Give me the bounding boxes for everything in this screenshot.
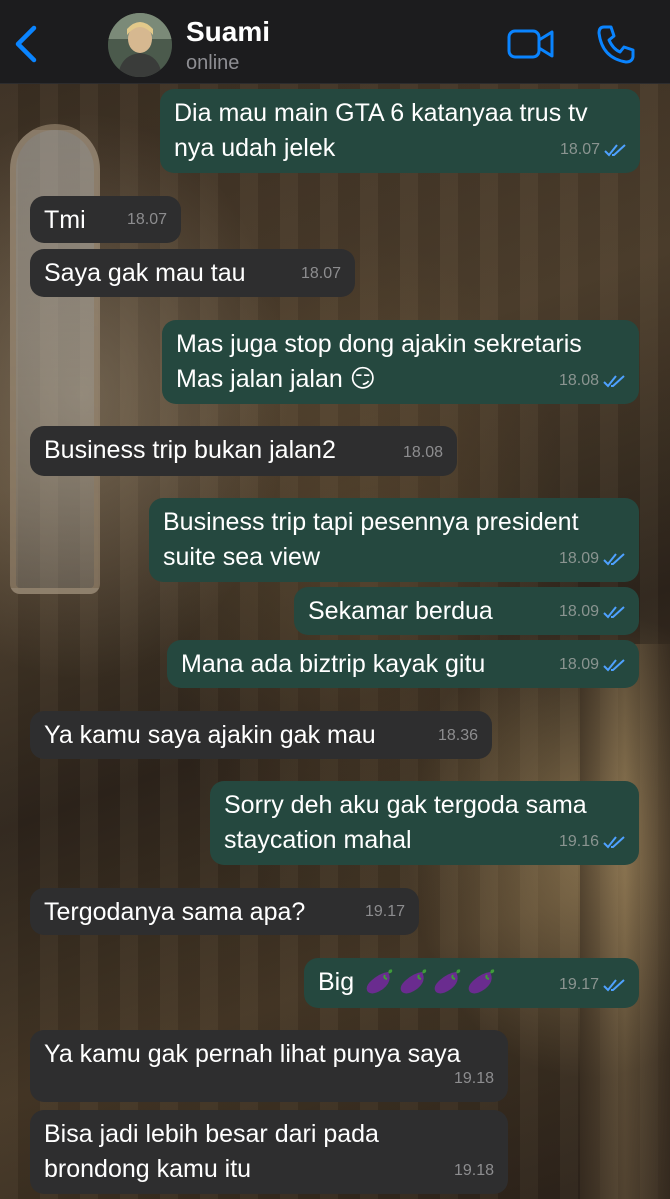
message-text-word: Big xyxy=(318,968,355,996)
eggplant-icon xyxy=(434,969,461,994)
message-meta: 18.09 xyxy=(559,647,625,682)
message-meta: 18.08 xyxy=(403,435,443,470)
message-bubble-outgoing[interactable]: Dia mau main GTA 6 katanyaa trus tv nya … xyxy=(160,89,640,173)
message-time: 19.17 xyxy=(558,976,599,993)
message-text: Dia mau main GTA 6 katanyaa trus tv xyxy=(174,99,588,127)
message-time: 18.07 xyxy=(300,265,341,282)
message-text: Mas jalan jalan 😏 xyxy=(176,365,376,393)
message-meta: 19.17 xyxy=(559,967,625,1002)
read-receipt-icon xyxy=(604,143,626,156)
message-meta: 19.16 xyxy=(559,824,625,859)
message-bubble-outgoing[interactable]: Mana ada biztrip kayak gitu 18.09 xyxy=(167,640,639,688)
message-bubble-incoming[interactable]: Saya gak mau tau 18.07 xyxy=(30,249,355,297)
background-column xyxy=(580,644,670,1199)
message-bubble-incoming[interactable]: Tergodanya sama apa? 19.17 xyxy=(30,888,419,935)
message-text: nya udah jelek xyxy=(174,134,336,162)
message-text: brondong kamu itu xyxy=(44,1155,252,1183)
contact-avatar[interactable] xyxy=(108,13,172,77)
back-button[interactable] xyxy=(8,22,48,66)
message-meta: 19.18 xyxy=(454,1153,494,1188)
message-bubble-incoming[interactable]: Business trip bukan jalan2 18.08 xyxy=(30,426,457,476)
message-text: Business trip tapi pesennya president xyxy=(163,508,579,536)
message-time: 18.08 xyxy=(558,372,599,389)
message-meta: 18.08 xyxy=(559,363,625,398)
read-receipt-icon xyxy=(603,978,625,991)
chat-header: Suami online xyxy=(0,0,670,84)
message-meta: 18.36 xyxy=(438,718,478,753)
message-bubble-outgoing[interactable]: Sekamar berdua 18.09 xyxy=(294,587,639,635)
message-meta: 18.09 xyxy=(559,541,625,576)
avatar-image xyxy=(108,13,172,77)
read-receipt-icon xyxy=(603,605,625,618)
message-meta: 18.07 xyxy=(560,132,626,167)
message-time: 18.08 xyxy=(402,444,443,461)
message-time: 19.18 xyxy=(453,1070,494,1087)
message-meta: 19.17 xyxy=(365,894,405,929)
message-text: Tergodanya sama apa? xyxy=(44,898,306,926)
message-time: 18.36 xyxy=(437,727,478,744)
message-bubble-incoming[interactable]: Ya kamu saya ajakin gak mau 18.36 xyxy=(30,711,492,759)
read-receipt-icon xyxy=(603,835,625,848)
message-meta: 18.09 xyxy=(559,594,625,629)
message-bubble-outgoing[interactable]: Business trip tapi pesennya president su… xyxy=(149,498,639,582)
message-time: 19.16 xyxy=(558,833,599,850)
contact-status: online xyxy=(186,52,240,74)
eggplant-icon xyxy=(400,969,427,994)
message-text: Mas juga stop dong ajakin sekretaris xyxy=(176,330,582,358)
phone-icon xyxy=(597,25,635,64)
message-time: 19.18 xyxy=(453,1162,494,1179)
message-meta: 18.07 xyxy=(127,202,167,237)
message-time: 19.17 xyxy=(364,903,405,920)
background-window xyxy=(10,124,100,594)
message-meta: 19.18 xyxy=(454,1061,494,1096)
read-receipt-icon xyxy=(603,552,625,565)
video-camera-icon xyxy=(507,29,554,59)
message-bubble-incoming[interactable]: Tmi 18.07 xyxy=(30,196,181,243)
contact-name[interactable]: Suami xyxy=(186,16,270,48)
message-text: suite sea view xyxy=(163,543,321,571)
message-bubble-outgoing[interactable]: Mas juga stop dong ajakin sekretaris Mas… xyxy=(162,320,639,404)
message-bubble-outgoing[interactable]: Sorry deh aku gak tergoda sama staycatio… xyxy=(210,781,639,865)
message-bubble-outgoing[interactable]: Big 19.17 xyxy=(304,958,639,1008)
message-meta: 18.07 xyxy=(301,256,341,291)
message-time: 18.07 xyxy=(126,211,167,228)
message-text: Ya kamu gak pernah lihat punya saya xyxy=(44,1040,461,1068)
read-receipt-icon xyxy=(603,374,625,387)
read-receipt-icon xyxy=(603,658,625,671)
voice-call-button[interactable] xyxy=(594,22,638,66)
message-text: Ya kamu saya ajakin gak mau xyxy=(44,721,376,749)
message-time: 18.07 xyxy=(559,141,600,158)
chevron-left-icon xyxy=(15,25,37,63)
message-time: 18.09 xyxy=(558,550,599,567)
eggplant-icon xyxy=(366,969,393,994)
message-time: 18.09 xyxy=(558,656,599,673)
message-text: Bisa jadi lebih besar dari pada xyxy=(44,1120,379,1148)
message-time: 18.09 xyxy=(558,603,599,620)
message-text: Saya gak mau tau xyxy=(44,259,246,287)
video-call-button[interactable] xyxy=(506,26,556,62)
eggplant-icon xyxy=(468,969,495,994)
message-bubble-incoming[interactable]: Ya kamu gak pernah lihat punya saya 19.1… xyxy=(30,1030,508,1102)
message-bubble-incoming[interactable]: Bisa jadi lebih besar dari pada brondong… xyxy=(30,1110,508,1194)
message-text: Sorry deh aku gak tergoda sama xyxy=(224,791,587,819)
message-text: Business trip bukan jalan2 xyxy=(44,436,336,464)
